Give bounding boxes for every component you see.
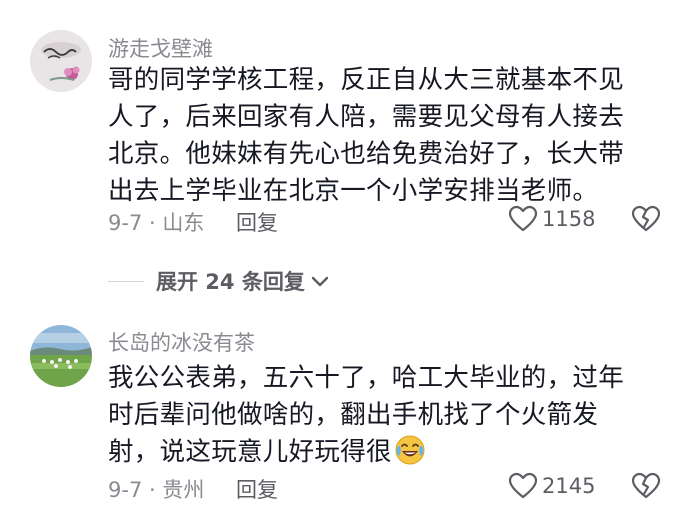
comment-text-line: 射，说这玩意儿好玩得很 <box>108 437 392 467</box>
like-count: 2145 <box>542 474 596 498</box>
broken-heart-icon <box>631 472 661 499</box>
calligraphy-flower-avatar-icon <box>30 30 92 92</box>
comment-text: 我公公表弟，五六十了，哈工大毕业的，过年 时后辈问他做啥的，翻出手机找了个火箭发… <box>108 360 653 471</box>
like-button[interactable]: 2145 <box>508 472 595 500</box>
comment-text-line-with-emoji: 射，说这玩意儿好玩得很 <box>108 434 653 471</box>
expand-divider <box>108 281 144 282</box>
heart-icon <box>508 472 538 499</box>
like-count: 1158 <box>542 207 596 231</box>
comment-meta: 9-7 · 贵州 <box>108 478 205 502</box>
like-button[interactable]: 1158 <box>508 205 595 233</box>
comment-username[interactable]: 长岛的冰没有茶 <box>108 327 255 357</box>
avatar[interactable] <box>30 325 92 387</box>
dislike-button[interactable] <box>631 472 661 504</box>
expand-replies-button[interactable]: 展开 24 条回复 <box>156 266 331 296</box>
comment-text-line: 时后辈问他做啥的，翻出手机找了个火箭发 <box>108 400 599 430</box>
dislike-button[interactable] <box>631 205 661 237</box>
comment-meta: 9-7 · 山东 <box>108 211 205 235</box>
comment-text: 哥的同学学核工程，反正自从大三就基本不见 人了，后来回家有人陪，需要见父母有人接… <box>108 62 653 210</box>
heart-icon <box>508 205 538 232</box>
laugh-cry-emoji-icon <box>395 435 425 465</box>
reply-button[interactable]: 回复 <box>236 207 278 237</box>
grassland-sheep-avatar-icon <box>30 325 92 387</box>
broken-heart-icon <box>631 205 661 232</box>
comment-text-line: 人了，后来回家有人陪，需要见父母有人接去 <box>108 102 625 132</box>
comment-text-line: 北京。他妹妹有先心也给免费治好了，长大带 <box>108 139 625 169</box>
avatar[interactable] <box>30 30 92 92</box>
comment-text-line: 我公公表弟，五六十了，哈工大毕业的，过年 <box>108 363 625 393</box>
chevron-down-icon <box>311 276 329 287</box>
comment-text-line: 哥的同学学核工程，反正自从大三就基本不见 <box>108 65 625 95</box>
reply-button[interactable]: 回复 <box>236 474 278 504</box>
comment-username[interactable]: 游走戈壁滩 <box>108 33 213 63</box>
expand-replies-label: 展开 24 条回复 <box>156 270 305 294</box>
